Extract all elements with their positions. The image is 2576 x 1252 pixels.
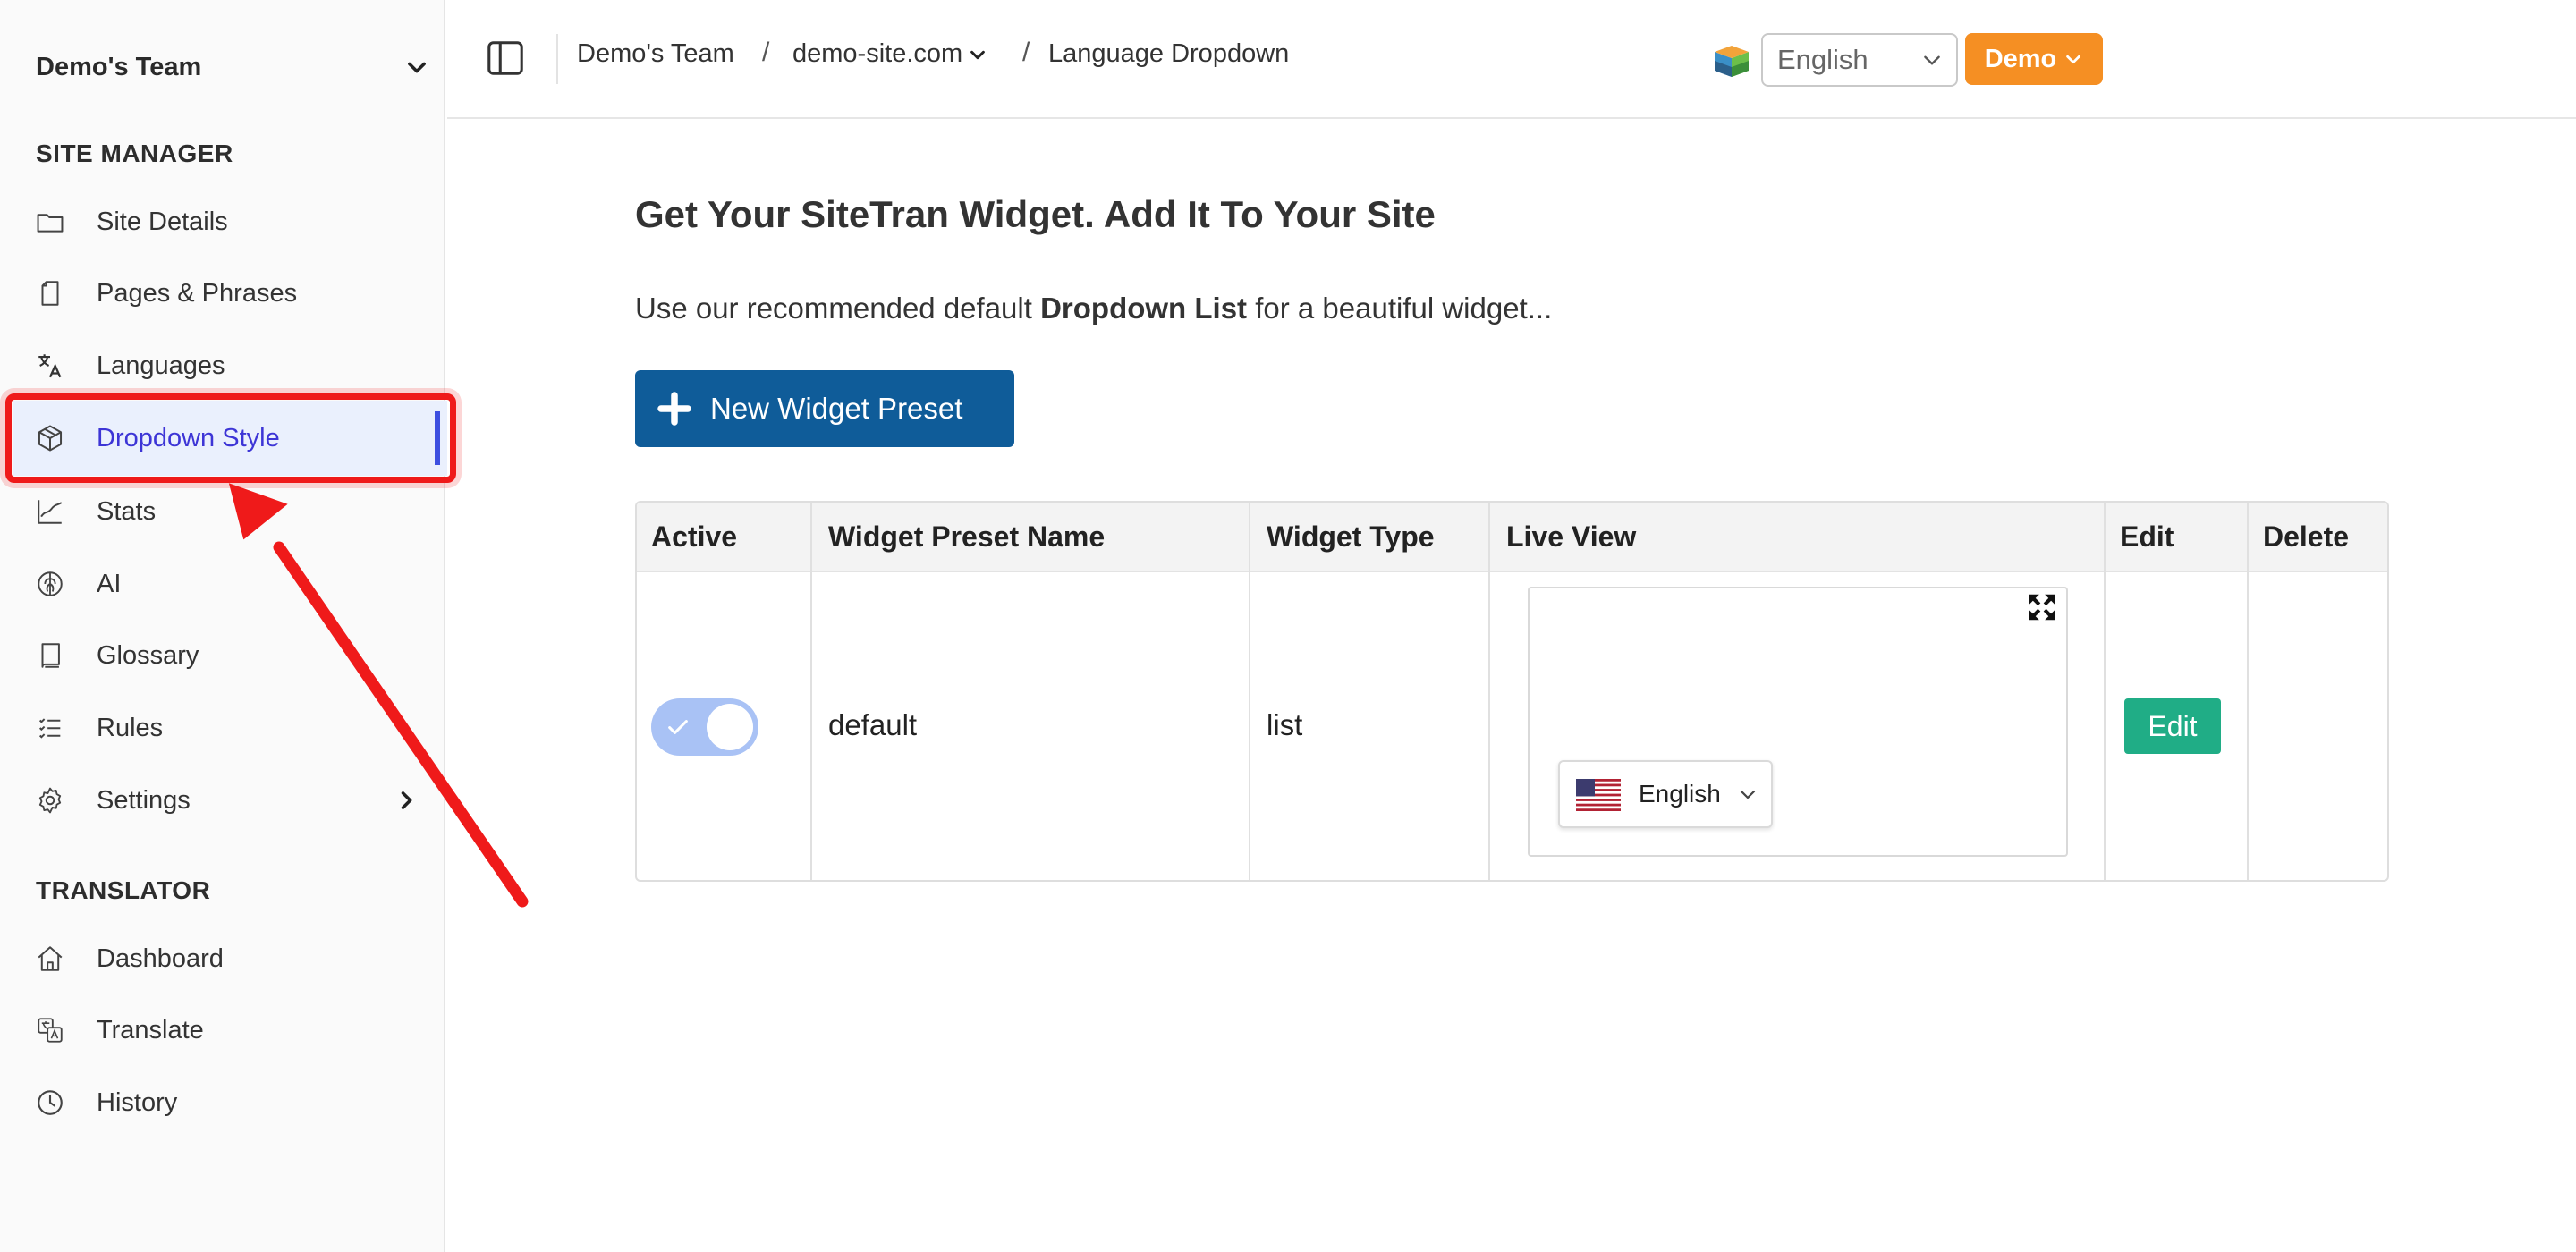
sidebar-item-history[interactable]: History — [0, 1071, 445, 1134]
widget-type-cell: list — [1267, 708, 1303, 741]
sidebar-item-label: AI — [97, 569, 122, 598]
sidebar-item-label: Pages & Phrases — [97, 278, 298, 308]
cube-icon — [34, 422, 66, 454]
book-icon — [34, 639, 66, 672]
column-divider — [2104, 503, 2106, 880]
chevron-down-icon — [1740, 790, 1756, 799]
column-header-active: Active — [651, 520, 738, 553]
sidebar-item-label: Translate — [97, 1015, 204, 1045]
sidebar-item-stats[interactable]: Stats — [0, 480, 445, 543]
check-icon — [668, 720, 688, 734]
sidebar-item-translate[interactable]: Translate — [0, 999, 445, 1062]
home-icon — [34, 943, 66, 975]
column-header-delete: Delete — [2263, 520, 2350, 553]
chevron-down-icon — [1924, 55, 1940, 65]
account-menu-button[interactable]: Demo — [1965, 33, 2103, 85]
page-title: Get Your SiteTran Widget. Add It To Your… — [635, 193, 1436, 235]
sidebar-item-pages-phrases[interactable]: Pages & Phrases — [0, 262, 445, 325]
live-view-preview: English — [1528, 587, 2068, 857]
sidebar-toggle-icon[interactable] — [485, 38, 526, 79]
clock-icon — [34, 1087, 66, 1119]
language-widget-dropdown[interactable]: English — [1558, 760, 1773, 828]
intro-bold: Dropdown List — [1040, 292, 1248, 325]
sidebar-item-label: History — [97, 1087, 178, 1117]
breadcrumb-site-label: demo-site.com — [792, 39, 963, 68]
section-label-site-manager: SITE MANAGER — [36, 140, 233, 167]
intro-text: Use our recommended default Dropdown Lis… — [635, 292, 1552, 326]
sidebar: Demo's Team SITE MANAGER Site Details Pa… — [0, 0, 447, 1252]
sidebar-item-rules[interactable]: Rules — [0, 697, 445, 759]
team-switcher[interactable]: Demo's Team — [36, 47, 429, 88]
sidebar-item-languages[interactable]: Languages — [0, 334, 445, 397]
sidebar-item-glossary[interactable]: Glossary — [0, 624, 445, 687]
topbar-divider — [556, 34, 558, 84]
language-select[interactable]: English — [1761, 33, 1958, 87]
translate-doc-icon — [34, 1014, 66, 1046]
team-name: Demo's Team — [36, 52, 202, 81]
sidebar-item-label: Rules — [97, 713, 164, 742]
sidebar-item-label: Dropdown Style — [97, 423, 280, 453]
sitetran-logo-icon — [1715, 46, 1749, 77]
column-header-live-view: Live View — [1506, 520, 1637, 553]
list-icon — [34, 712, 66, 744]
column-divider — [810, 503, 812, 880]
new-widget-preset-button[interactable]: New Widget Preset — [635, 370, 1014, 447]
sidebar-item-label: Dashboard — [97, 943, 224, 973]
app-root: Demo's Team SITE MANAGER Site Details Pa… — [0, 0, 2576, 1252]
chevron-down-icon — [970, 51, 986, 60]
intro-prefix: Use our recommended default — [635, 292, 1041, 325]
sidebar-item-dashboard[interactable]: Dashboard — [0, 927, 445, 990]
new-widget-preset-label: New Widget Preset — [710, 392, 963, 425]
top-bar: Demo's Team / demo-site.com / Language D… — [447, 0, 2576, 119]
sidebar-item-settings[interactable]: Settings — [0, 769, 445, 832]
intro-suffix: for a beautiful widget... — [1247, 292, 1553, 325]
edit-button[interactable]: Edit — [2124, 698, 2221, 754]
active-toggle[interactable] — [651, 698, 758, 756]
us-flag-icon — [1576, 779, 1621, 811]
folder-icon — [34, 206, 66, 238]
account-menu-label: Demo — [1984, 44, 2057, 73]
page-icon — [34, 277, 66, 309]
section-label-translator: TRANSLATOR — [36, 876, 211, 904]
breadcrumb-site[interactable]: demo-site.com — [792, 39, 987, 69]
sidebar-item-label: Stats — [97, 496, 157, 526]
widget-dropdown-language: English — [1639, 780, 1721, 808]
translate-icon — [34, 350, 66, 382]
sidebar-item-label: Settings — [97, 785, 191, 815]
sidebar-item-site-details[interactable]: Site Details — [0, 190, 445, 253]
sidebar-item-dropdown-style[interactable]: Dropdown Style — [13, 401, 447, 476]
column-divider — [2247, 503, 2249, 880]
sidebar-item-label: Site Details — [97, 207, 228, 236]
sidebar-item-ai[interactable]: AI — [0, 553, 445, 615]
plus-icon — [657, 392, 691, 426]
column-divider — [1488, 503, 1490, 880]
chevron-right-icon — [401, 791, 412, 809]
preset-name-cell: default — [828, 708, 918, 741]
chart-line-icon — [34, 495, 66, 528]
breadcrumb-separator: / — [762, 38, 770, 67]
widget-presets-table: Active Widget Preset Name Widget Type Li… — [635, 501, 2389, 882]
active-indicator — [435, 411, 440, 465]
chevron-down-icon — [408, 62, 426, 73]
gear-icon — [34, 784, 66, 816]
column-header-edit: Edit — [2120, 520, 2174, 553]
language-select-value: English — [1777, 44, 1868, 75]
breadcrumb-separator: / — [1022, 38, 1030, 67]
expand-icon[interactable] — [2025, 590, 2059, 624]
brain-icon — [34, 568, 66, 600]
toggle-knob — [707, 704, 753, 750]
breadcrumb-current-page: Language Dropdown — [1048, 39, 1290, 68]
sidebar-item-label: Glossary — [97, 640, 199, 670]
column-header-type: Widget Type — [1267, 520, 1435, 553]
breadcrumb-team[interactable]: Demo's Team — [577, 39, 734, 69]
chevron-down-icon — [2066, 55, 2081, 64]
sidebar-item-label: Languages — [97, 351, 225, 380]
column-header-name: Widget Preset Name — [828, 520, 1106, 553]
column-divider — [1249, 503, 1250, 880]
